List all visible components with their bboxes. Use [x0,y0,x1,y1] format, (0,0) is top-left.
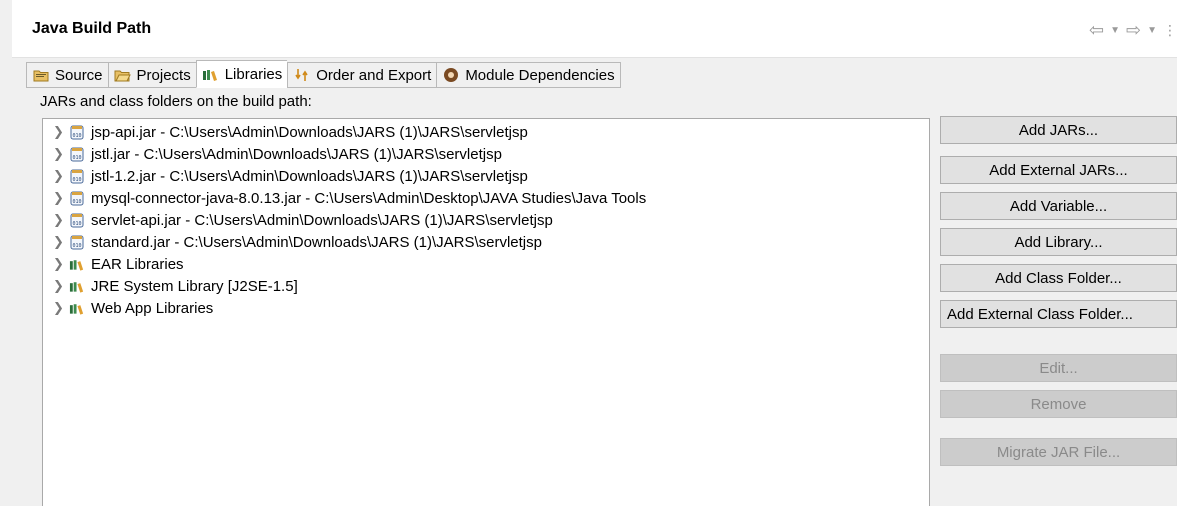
tree-item-label: JRE System Library [J2SE-1.5] [91,277,298,295]
tree-item-label: standard.jar - C:\Users\Admin\Downloads\… [91,233,542,251]
tab-source-label: Source [55,66,103,84]
tree-item-jsp-api[interactable]: ❯ 010 jsp-api.jar - C:\Users\Admin\Downl… [43,121,929,143]
tab-libraries[interactable]: Libraries [195,60,288,88]
jar-icon: 010 [69,146,85,162]
expand-chevron-icon[interactable]: ❯ [53,256,69,272]
tree-item-jstl-1-2[interactable]: ❯ 010 jstl-1.2.jar - C:\Users\Admin\Down… [43,165,929,187]
library-icon [69,300,85,316]
edit-button[interactable]: Edit... [940,354,1177,382]
tab-libraries-label: Libraries [224,65,283,83]
svg-text:010: 010 [72,199,81,205]
add-variable-button[interactable]: Add Variable... [940,192,1177,220]
add-external-jars-button[interactable]: Add External JARs... [940,156,1177,184]
add-jars-button[interactable]: Add JARs... [940,116,1177,144]
expand-chevron-icon[interactable]: ❯ [53,278,69,294]
expand-chevron-icon[interactable]: ❯ [53,146,69,162]
view-menu-icon[interactable]: ⋮ [1163,22,1177,38]
tree-item-label: mysql-connector-java-8.0.13.jar - C:\Use… [91,189,647,207]
build-path-content: Source Projects Libraries Order and Expo… [12,58,1177,506]
svg-text:010: 010 [72,133,81,139]
tab-order-export[interactable]: Order and Export [287,62,437,88]
back-dropdown-icon[interactable]: ▼ [1110,25,1120,36]
build-path-tree[interactable]: ❯ 010 jsp-api.jar - C:\Users\Admin\Downl… [42,118,930,506]
add-external-class-folder-button[interactable]: Add External Class Folder... [940,300,1177,328]
tree-item-label: Web App Libraries [91,299,214,317]
library-icon [69,278,85,294]
svg-text:010: 010 [72,155,81,161]
add-library-button[interactable]: Add Library... [940,228,1177,256]
tab-source[interactable]: Source [26,62,108,88]
expand-chevron-icon[interactable]: ❯ [53,124,69,140]
tree-item-standard[interactable]: ❯ 010 standard.jar - C:\Users\Admin\Down… [43,231,929,253]
expand-chevron-icon[interactable]: ❯ [53,190,69,206]
svg-text:010: 010 [72,243,81,249]
tree-item-web-app-libraries[interactable]: ❯ Web App Libraries [43,297,929,319]
tab-projects-label: Projects [136,66,191,84]
expand-chevron-icon[interactable]: ❯ [53,168,69,184]
tree-item-label: jstl.jar - C:\Users\Admin\Downloads\JARS… [91,145,502,163]
tab-module-dependencies-label: Module Dependencies [465,66,615,84]
svg-text:010: 010 [72,221,81,227]
back-arrow-icon[interactable]: ⇦ [1089,21,1104,39]
jar-icon: 010 [69,168,85,184]
tree-item-servlet-api[interactable]: ❯ 010 servlet-api.jar - C:\Users\Admin\D… [43,209,929,231]
tree-item-jstl[interactable]: ❯ 010 jstl.jar - C:\Users\Admin\Download… [43,143,929,165]
remove-button[interactable]: Remove [940,390,1177,418]
jar-icon: 010 [69,124,85,140]
tree-item-ear-libraries[interactable]: ❯ EAR Libraries [43,253,929,275]
page-title: Java Build Path [32,20,152,37]
page-header: Java Build Path ⇦ ▼ ⇨ ▼ ⋮ [12,0,1177,58]
forward-arrow-icon[interactable]: ⇨ [1126,21,1141,39]
tree-item-label: servlet-api.jar - C:\Users\Admin\Downloa… [91,211,553,229]
jar-icon: 010 [69,190,85,206]
svg-text:010: 010 [72,177,81,183]
jar-icon: 010 [69,234,85,250]
tree-item-label: jstl-1.2.jar - C:\Users\Admin\Downloads\… [91,167,528,185]
tree-item-label: EAR Libraries [91,255,184,273]
tab-projects[interactable]: Projects [107,62,196,88]
libraries-icon [202,66,220,82]
forward-dropdown-icon[interactable]: ▼ [1147,25,1157,36]
expand-chevron-icon[interactable]: ❯ [53,300,69,316]
tree-item-mysql-connector[interactable]: ❯ 010 mysql-connector-java-8.0.13.jar - … [43,187,929,209]
order-export-icon [293,67,311,83]
migrate-jar-button[interactable]: Migrate JAR File... [940,438,1177,466]
projects-folder-icon [114,67,132,83]
left-edge [0,0,12,506]
source-folder-icon [32,67,50,83]
tab-bar: Source Projects Libraries Order and Expo… [26,60,621,88]
tab-order-export-label: Order and Export [316,66,432,84]
expand-chevron-icon[interactable]: ❯ [53,212,69,228]
library-icon [69,256,85,272]
history-navigation: ⇦ ▼ ⇨ ▼ ⋮ [1089,21,1177,39]
jar-icon: 010 [69,212,85,228]
expand-chevron-icon[interactable]: ❯ [53,234,69,250]
build-path-label: JARs and class folders on the build path… [40,93,312,110]
tree-item-jre-system-library[interactable]: ❯ JRE System Library [J2SE-1.5] [43,275,929,297]
tree-item-label: jsp-api.jar - C:\Users\Admin\Downloads\J… [91,123,528,141]
tab-module-dependencies[interactable]: Module Dependencies [436,62,621,88]
module-icon [442,67,460,83]
add-class-folder-button[interactable]: Add Class Folder... [940,264,1177,292]
